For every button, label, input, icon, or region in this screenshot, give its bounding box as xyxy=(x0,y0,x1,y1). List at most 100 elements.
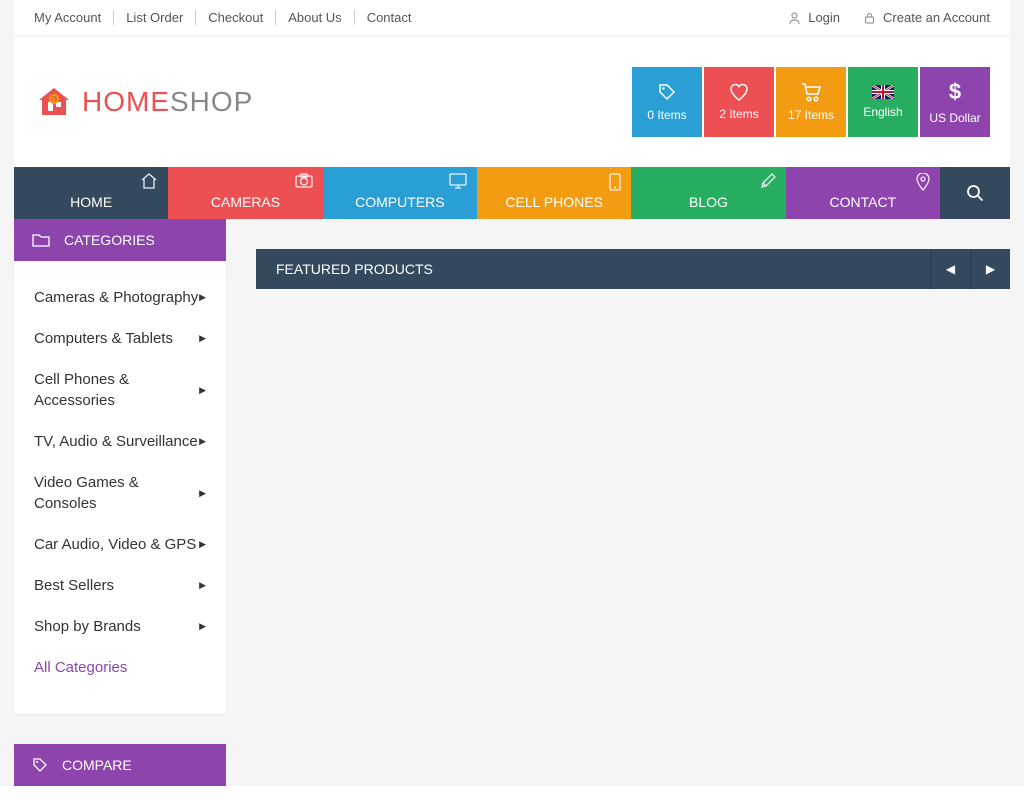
nav-home[interactable]: HOME xyxy=(14,167,168,219)
login-label: Login xyxy=(808,10,840,25)
nav-computers[interactable]: COMPUTERS xyxy=(323,167,477,219)
cat-all-categories[interactable]: All Categories xyxy=(14,647,226,688)
logo-text-home: HOME xyxy=(82,86,170,117)
login-link[interactable]: Login xyxy=(789,10,840,25)
cat-label: Shop by Brands xyxy=(34,616,141,637)
create-account-label: Create an Account xyxy=(883,10,990,25)
site-logo[interactable]: HOMESHOP xyxy=(34,82,253,122)
compare-header: COMPARE xyxy=(14,744,226,786)
create-account-link[interactable]: Create an Account xyxy=(864,10,990,25)
nav-blog-label: BLOG xyxy=(689,194,728,210)
cat-all-label: All Categories xyxy=(34,657,127,678)
main-content: FEATURED PRODUCTS ◀ ▶ xyxy=(256,219,1010,786)
heart-icon xyxy=(729,83,749,101)
nav-home-label: HOME xyxy=(70,194,112,210)
cat-shop-brands[interactable]: Shop by Brands ▶ xyxy=(14,606,226,647)
link-about-us[interactable]: About Us xyxy=(276,10,354,25)
category-list: Cameras & Photography ▶ Computers & Tabl… xyxy=(14,261,226,714)
logo-text-shop: SHOP xyxy=(170,86,253,117)
chevron-right-icon: ▶ xyxy=(199,620,206,633)
nav-cell-label: CELL PHONES xyxy=(505,194,603,210)
pin-icon xyxy=(916,173,930,191)
compare-box[interactable]: 0 Items xyxy=(632,67,702,137)
top-utility-bar: My Account List Order Checkout About Us … xyxy=(14,0,1010,35)
cart-box[interactable]: 17 Items xyxy=(776,67,846,137)
nav-contact[interactable]: CONTACT xyxy=(786,167,940,219)
chevron-right-icon: ▶ xyxy=(986,262,995,276)
categories-header: CATEGORIES xyxy=(14,219,226,261)
chevron-right-icon: ▶ xyxy=(199,538,206,551)
cat-cell-phones[interactable]: Cell Phones & Accessories ▶ xyxy=(14,359,226,421)
nav-blog[interactable]: BLOG xyxy=(631,167,785,219)
cat-cameras[interactable]: Cameras & Photography ▶ xyxy=(14,277,226,318)
cat-label: Computers & Tablets xyxy=(34,328,173,349)
topbar-right-links: Login Create an Account xyxy=(789,10,990,25)
sidebar: CATEGORIES Cameras & Photography ▶ Compu… xyxy=(14,219,226,786)
chevron-right-icon: ▶ xyxy=(199,291,206,304)
pencil-icon xyxy=(760,173,776,189)
link-contact-top[interactable]: Contact xyxy=(355,10,424,25)
wishlist-box[interactable]: 2 Items xyxy=(704,67,774,137)
topbar-left-links: My Account List Order Checkout About Us … xyxy=(34,10,424,25)
nav-computers-label: COMPUTERS xyxy=(355,194,444,210)
featured-next-button[interactable]: ▶ xyxy=(970,249,1010,289)
currency-box[interactable]: $ US Dollar xyxy=(920,67,990,137)
home-icon xyxy=(140,173,158,189)
content-area: CATEGORIES Cameras & Photography ▶ Compu… xyxy=(14,219,1010,786)
featured-products-bar: FEATURED PRODUCTS ◀ ▶ xyxy=(256,249,1010,289)
tag-icon xyxy=(657,82,677,102)
featured-title: FEATURED PRODUCTS xyxy=(256,261,433,277)
cat-computers[interactable]: Computers & Tablets ▶ xyxy=(14,318,226,359)
compare-count: 0 Items xyxy=(647,108,686,122)
categories-title: CATEGORIES xyxy=(64,232,155,248)
featured-prev-button[interactable]: ◀ xyxy=(930,249,970,289)
dollar-icon: $ xyxy=(949,79,961,105)
header-action-boxes: 0 Items 2 Items 17 Items English xyxy=(632,67,990,137)
lock-icon xyxy=(864,12,875,24)
language-box[interactable]: English xyxy=(848,67,918,137)
camera-icon xyxy=(295,173,313,188)
cat-label: Cameras & Photography xyxy=(34,287,198,308)
logo-text: HOMESHOP xyxy=(82,86,253,118)
nav-cameras-label: CAMERAS xyxy=(211,194,280,210)
primary-nav: HOME CAMERAS COMPUTERS CELL PHONES BLOG xyxy=(14,167,1010,219)
cat-label: Cell Phones & Accessories xyxy=(34,369,199,411)
chevron-right-icon: ▶ xyxy=(199,487,206,500)
user-icon xyxy=(789,12,800,24)
cart-icon xyxy=(800,82,822,102)
link-checkout[interactable]: Checkout xyxy=(196,10,276,25)
compare-title: COMPARE xyxy=(62,757,132,773)
chevron-right-icon: ▶ xyxy=(199,579,206,592)
cat-car-audio[interactable]: Car Audio, Video & GPS ▶ xyxy=(14,524,226,565)
cat-label: Video Games & Consoles xyxy=(34,472,199,514)
search-icon xyxy=(966,184,984,202)
chevron-left-icon: ◀ xyxy=(946,262,955,276)
cat-label: TV, Audio & Surveillance xyxy=(34,431,198,452)
nav-cameras[interactable]: CAMERAS xyxy=(168,167,322,219)
cat-best-sellers[interactable]: Best Sellers ▶ xyxy=(14,565,226,606)
currency-label: US Dollar xyxy=(929,111,980,125)
cat-video-games[interactable]: Video Games & Consoles ▶ xyxy=(14,462,226,524)
chevron-right-icon: ▶ xyxy=(199,384,206,397)
nav-search[interactable] xyxy=(940,167,1010,219)
link-list-order[interactable]: List Order xyxy=(114,10,196,25)
monitor-icon xyxy=(449,173,467,189)
cat-label: Car Audio, Video & GPS xyxy=(34,534,196,555)
cat-tv-audio[interactable]: TV, Audio & Surveillance ▶ xyxy=(14,421,226,462)
tag-icon xyxy=(32,757,48,773)
site-header: HOMESHOP 0 Items 2 Items 17 Items xyxy=(14,37,1010,167)
nav-contact-label: CONTACT xyxy=(829,194,896,210)
folder-icon xyxy=(32,233,50,247)
logo-house-icon xyxy=(34,82,74,122)
featured-nav-controls: ◀ ▶ xyxy=(930,249,1010,289)
nav-cell-phones[interactable]: CELL PHONES xyxy=(477,167,631,219)
chevron-right-icon: ▶ xyxy=(199,435,206,448)
link-my-account[interactable]: My Account xyxy=(34,10,114,25)
flag-icon xyxy=(872,85,894,99)
cart-count: 17 Items xyxy=(788,108,834,122)
chevron-right-icon: ▶ xyxy=(199,332,206,345)
language-label: English xyxy=(863,105,902,119)
wishlist-count: 2 Items xyxy=(719,107,758,121)
phone-icon xyxy=(609,173,621,191)
cat-label: Best Sellers xyxy=(34,575,114,596)
